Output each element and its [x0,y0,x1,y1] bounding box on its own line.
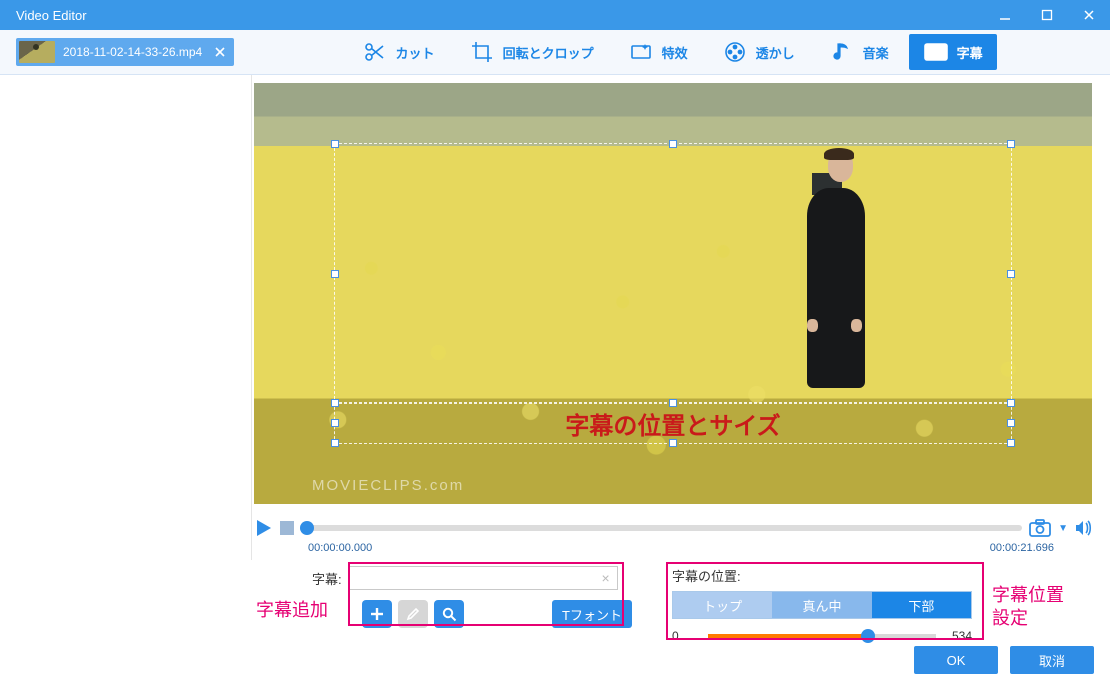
scissors-icon [362,39,388,65]
title-bar: Video Editor [0,0,1110,30]
footer: OK 取消 [0,638,1110,686]
window-title: Video Editor [16,8,984,23]
main-area: MOVIECLIPS.com 字幕の位置とサイズ [0,75,1110,560]
tool-watermark[interactable]: 透かし [708,34,809,70]
subtitle-field-label: 字幕: [312,569,342,588]
position-top[interactable]: トップ [673,592,772,618]
app-window: Video Editor 2018-11-02-14-33-26.mp4 カット [0,0,1110,686]
video-preview[interactable]: MOVIECLIPS.com 字幕の位置とサイズ [254,83,1092,504]
music-note-icon [829,39,855,65]
tool-music-label: 音楽 [863,43,889,62]
sidebar [0,75,252,560]
time-total: 00:00:21.696 [990,542,1054,554]
file-name: 2018-11-02-14-33-26.mp4 [63,45,202,59]
file-close-icon[interactable] [212,44,228,60]
crop-box[interactable] [334,143,1012,404]
position-segment: トップ 真ん中 下部 [672,591,972,619]
slider-min: 0 [672,629,698,643]
video-frame: MOVIECLIPS.com 字幕の位置とサイズ [254,83,1092,504]
subtitle-overlay-text: 字幕の位置とサイズ [565,406,780,441]
tool-rotate-crop[interactable]: 回転とクロップ [455,34,608,70]
search-subtitle-button[interactable] [434,600,464,628]
add-subtitle-button[interactable] [362,600,392,628]
preview-pane: MOVIECLIPS.com 字幕の位置とサイズ [252,75,1110,560]
tool-watermark-label: 透かし [756,43,795,62]
time-current: 00:00:00.000 [308,542,372,554]
edit-subtitle-button [398,600,428,628]
svg-text:SUB: SUB [929,49,946,58]
file-thumbnail [19,41,55,63]
tool-cut[interactable]: カット [348,34,449,70]
maximize-button[interactable] [1026,0,1068,30]
timeline-knob[interactable] [300,521,314,535]
subtitle-icon: SUB [923,39,949,65]
stop-button[interactable] [280,521,294,535]
watermark-text: MOVIECLIPS.com [312,477,464,494]
play-button[interactable] [254,518,274,538]
slider-max: 534 [946,629,972,643]
ok-button[interactable]: OK [914,646,998,674]
position-bottom[interactable]: 下部 [872,592,971,618]
position-slider-row: 0 534 [672,629,972,643]
slider-knob[interactable] [861,629,875,643]
timeline-track[interactable] [300,525,1022,531]
position-group: 字幕の位置: トップ 真ん中 下部 0 534 [672,566,990,643]
tool-rotate-crop-label: 回転とクロップ [503,43,594,62]
position-middle[interactable]: 真ん中 [772,592,871,618]
reel-icon [722,39,748,65]
tool-effect[interactable]: 特效 [614,34,702,70]
file-chip[interactable]: 2018-11-02-14-33-26.mp4 [16,38,234,66]
snapshot-button[interactable] [1028,518,1052,538]
sparkle-icon [628,39,654,65]
tool-subtitle-label: 字幕 [957,43,983,62]
subtitle-box[interactable]: 字幕の位置とサイズ [334,402,1012,444]
tool-effect-label: 特效 [662,43,688,62]
position-slider[interactable] [708,634,936,638]
subtitle-form: 字幕: × Tフォント 字幕の位置: トップ 真ん中 [0,560,1110,638]
tool-cut-label: カット [396,43,435,62]
time-display: 00:00:00.000 00:00:21.696 [252,542,1100,560]
tool-subtitle[interactable]: SUB 字幕 [909,34,997,70]
crop-icon [469,39,495,65]
volume-button[interactable] [1074,519,1092,537]
font-button[interactable]: Tフォント [552,600,632,628]
font-button-label: Tフォント [562,605,622,624]
clear-input-icon[interactable]: × [599,571,613,585]
tool-tabs: カット 回転とクロップ 特效 透かし [234,34,1110,70]
annotation-position-setting: 字幕位置 設定 [992,584,1064,631]
position-label: 字幕の位置: [672,566,990,585]
annotation-add-subtitle: 字幕追加 [256,596,328,622]
close-window-button[interactable] [1068,0,1110,30]
minimize-button[interactable] [984,0,1026,30]
snapshot-dropdown-icon[interactable]: ▼ [1058,523,1068,534]
subtitle-input[interactable]: × [348,566,618,590]
toolbar: 2018-11-02-14-33-26.mp4 カット 回転とクロップ [0,30,1110,75]
cancel-button[interactable]: 取消 [1010,646,1094,674]
tool-music[interactable]: 音楽 [815,34,903,70]
